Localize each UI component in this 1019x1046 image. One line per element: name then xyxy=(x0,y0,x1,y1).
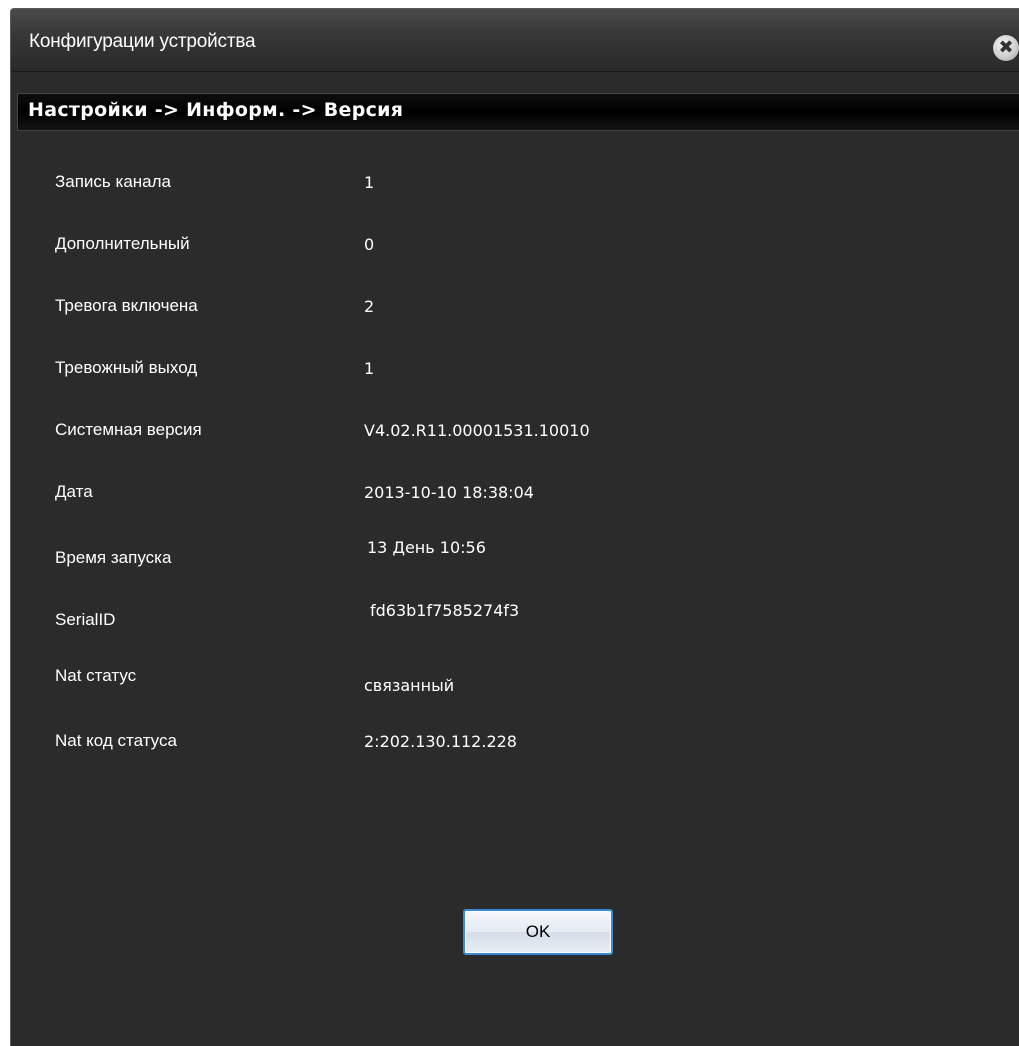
info-label-alarm-in: Тревога включена xyxy=(55,296,198,315)
info-value-nat-status-code: 2:202.130.112.228 xyxy=(364,732,517,751)
dialog-titlebar[interactable]: Конфигурации устройства ✖ xyxy=(11,9,1019,72)
info-label-system-version: Системная версия xyxy=(55,420,202,439)
info-value-serial-id: fd63b1f7585274f3 xyxy=(370,601,520,620)
info-label-nat-status-code: Nat код статуса xyxy=(55,731,177,750)
device-config-dialog: Конфигурации устройства ✖ Настройки -> И… xyxy=(10,8,1019,1046)
close-icon[interactable]: ✖ xyxy=(993,35,1019,61)
info-label-serial-id: SerialID xyxy=(55,610,116,629)
info-label-date: Дата xyxy=(55,482,93,501)
info-label-record-channel: Запись канала xyxy=(55,172,171,191)
info-label-extra: Дополнительный xyxy=(55,234,190,253)
info-value-alarm-out: 1 xyxy=(364,359,375,378)
info-value-system-version: V4.02.R11.00001531.10010 xyxy=(364,421,590,440)
info-value-record-channel: 1 xyxy=(364,173,375,192)
info-value-alarm-in: 2 xyxy=(364,297,375,316)
info-label-alarm-out: Тревожный выход xyxy=(55,358,198,377)
ok-button[interactable]: OK xyxy=(463,909,613,955)
info-label-uptime: Время запуска xyxy=(55,548,172,567)
info-value-nat-status: связанный xyxy=(364,676,455,695)
info-value-uptime: 13 День 10:56 xyxy=(367,538,486,557)
info-value-extra: 0 xyxy=(364,235,375,254)
breadcrumb: Настройки -> Информ. -> Версия xyxy=(17,93,1019,131)
breadcrumb-text: Настройки -> Информ. -> Версия xyxy=(28,99,404,121)
info-value-date: 2013-10-10 18:38:04 xyxy=(364,483,534,502)
info-label-nat-status: Nat статус xyxy=(55,666,137,685)
dialog-title: Конфигурации устройства xyxy=(29,31,256,52)
